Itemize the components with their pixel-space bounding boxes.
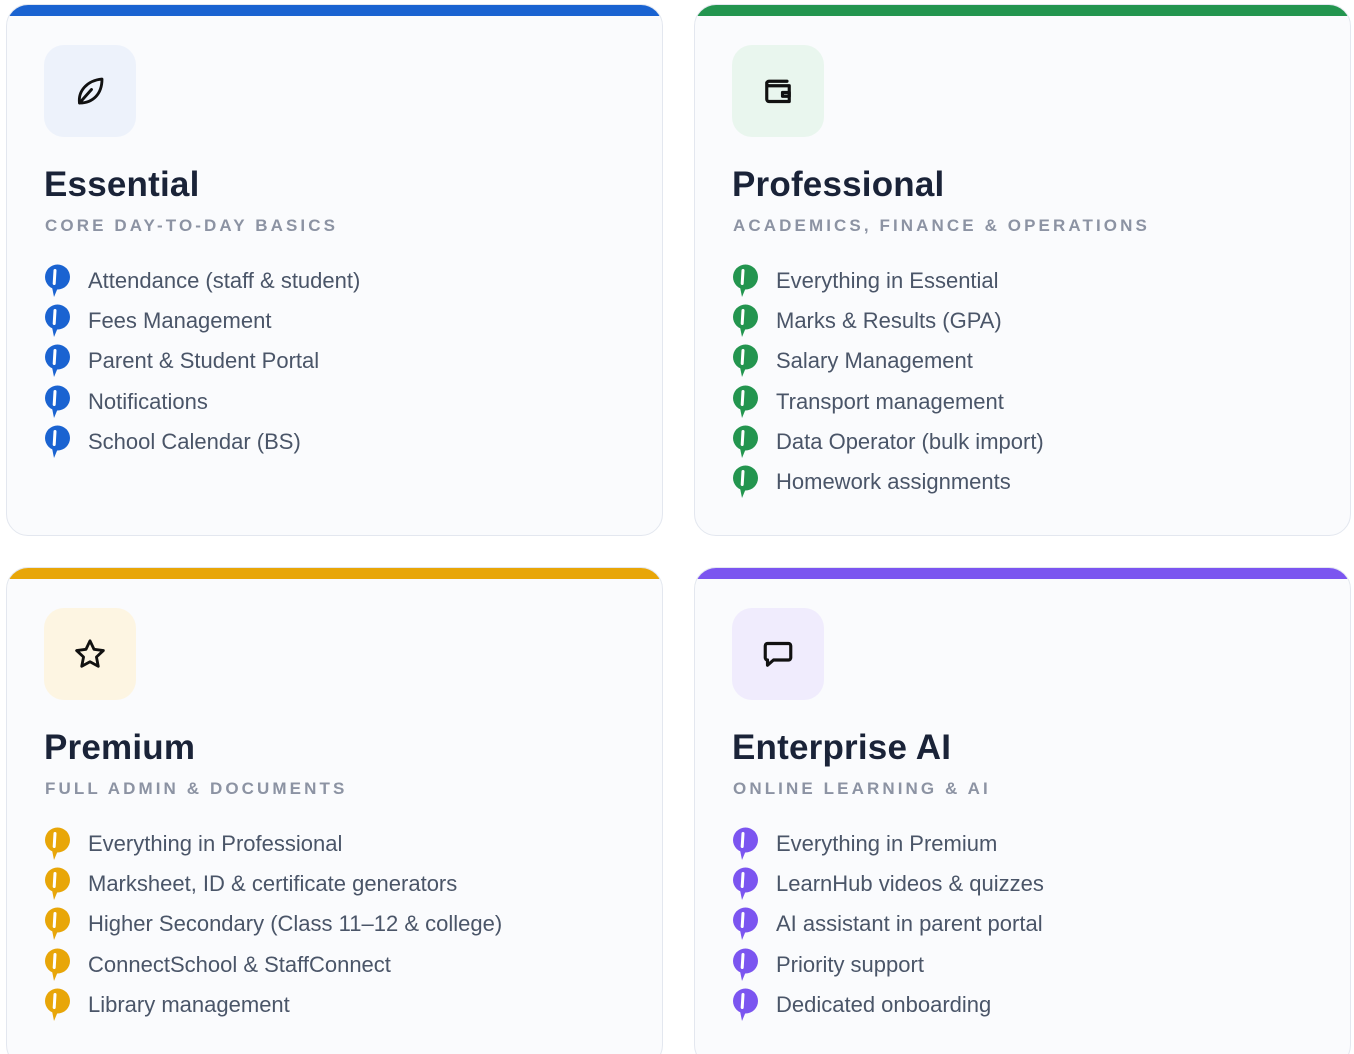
- feature-item: Marksheet, ID & certificate generators: [44, 864, 502, 904]
- feature-list: Everything in Premium LearnHub videos & …: [732, 824, 1044, 1025]
- feature-label: Dedicated onboarding: [776, 991, 992, 1017]
- check-bullet-icon: [732, 464, 760, 500]
- feature-label: Transport management: [776, 388, 1004, 414]
- star-icon: [75, 639, 105, 668]
- check-bullet-icon: [44, 424, 72, 460]
- feature-label: Everything in Essential: [776, 268, 999, 294]
- plan-title: Essential: [44, 165, 200, 204]
- feature-label: Higher Secondary (Class 11–12 & college): [88, 911, 503, 937]
- feature-label: Everything in Professional: [88, 831, 343, 857]
- feature-label: Notifications: [88, 388, 208, 414]
- plan-title: Professional: [732, 165, 945, 204]
- feature-list: Everything in Professional Marksheet, ID…: [44, 824, 502, 1025]
- feature-label: Fees Management: [88, 308, 272, 334]
- feature-label: Priority support: [776, 951, 924, 977]
- feature-item: School Calendar (BS): [44, 422, 360, 462]
- check-bullet-icon: [732, 987, 760, 1023]
- feature-item: Marks & Results (GPA): [732, 301, 1044, 341]
- check-bullet-icon: [44, 303, 72, 339]
- feature-item: Transport management: [732, 382, 1044, 422]
- feature-label: Parent & Student Portal: [88, 348, 320, 374]
- check-bullet-icon: [732, 906, 760, 942]
- check-bullet-icon: [44, 384, 72, 420]
- feature-item: Data Operator (bulk import): [732, 422, 1044, 462]
- check-bullet-icon: [732, 384, 760, 420]
- feature-item: ConnectSchool & StaffConnect: [44, 945, 502, 985]
- plan-subtitle: ONLINE LEARNING & AI: [733, 779, 991, 798]
- check-bullet-icon: [732, 866, 760, 902]
- feature-list: Everything in Essential Marks & Results …: [732, 261, 1044, 502]
- feature-label: Data Operator (bulk import): [776, 428, 1044, 454]
- plan-accent-bar: [7, 5, 662, 16]
- plan-subtitle: ACADEMICS, FINANCE & OPERATIONS: [733, 216, 1150, 235]
- feature-list: Attendance (staff & student) Fees Manage…: [44, 261, 360, 462]
- check-bullet-icon: [44, 987, 72, 1023]
- feature-label: Attendance (staff & student): [88, 268, 361, 294]
- feature-item: Priority support: [732, 945, 1044, 985]
- feature-label: LearnHub videos & quizzes: [776, 871, 1044, 897]
- feature-item: AI assistant in parent portal: [732, 904, 1044, 944]
- plan-icon-box: [732, 608, 824, 700]
- check-bullet-icon: [732, 424, 760, 460]
- plans-grid: Essential CORE DAY-TO-DAY BASICS Attenda…: [0, 0, 1354, 1054]
- feature-item: Attendance (staff & student): [44, 261, 360, 301]
- feature-item: Dedicated onboarding: [732, 985, 1044, 1025]
- feature-item: Library management: [44, 985, 502, 1025]
- feature-item: Higher Secondary (Class 11–12 & college): [44, 904, 502, 944]
- plan-card-essential[interactable]: Essential CORE DAY-TO-DAY BASICS Attenda…: [6, 4, 663, 536]
- feature-item: Salary Management: [732, 341, 1044, 381]
- feature-item: Parent & Student Portal: [44, 341, 360, 381]
- feature-item: Everything in Premium: [732, 824, 1044, 864]
- feature-label: Salary Management: [776, 348, 973, 374]
- plan-card-premium[interactable]: Premium FULL ADMIN & DOCUMENTS Everythin…: [6, 567, 663, 1054]
- chat-bubble-icon: [763, 641, 793, 667]
- check-bullet-icon: [44, 866, 72, 902]
- feature-label: Marks & Results (GPA): [776, 308, 1002, 334]
- feature-item: LearnHub videos & quizzes: [732, 864, 1044, 904]
- plan-card-professional[interactable]: Professional ACADEMICS, FINANCE & OPERAT…: [694, 4, 1351, 536]
- check-bullet-icon: [44, 343, 72, 379]
- check-bullet-icon: [44, 263, 72, 299]
- feature-label: Homework assignments: [776, 469, 1011, 495]
- feature-item: Notifications: [44, 382, 360, 422]
- check-bullet-icon: [732, 263, 760, 299]
- check-bullet-icon: [732, 303, 760, 339]
- feature-label: School Calendar (BS): [88, 428, 301, 454]
- feature-label: ConnectSchool & StaffConnect: [88, 951, 391, 977]
- plan-icon-box: [44, 45, 136, 137]
- check-bullet-icon: [44, 906, 72, 942]
- plan-title: Premium: [44, 728, 196, 767]
- plan-icon-box: [732, 45, 824, 137]
- plan-accent-bar: [7, 568, 662, 579]
- plan-accent-bar: [695, 5, 1350, 16]
- wallet-icon: [765, 79, 791, 104]
- check-bullet-icon: [44, 947, 72, 983]
- feature-label: Marksheet, ID & certificate generators: [88, 871, 458, 897]
- leaf-icon: [77, 77, 104, 105]
- plan-subtitle: FULL ADMIN & DOCUMENTS: [45, 779, 348, 798]
- plan-icon-box: [44, 608, 136, 700]
- check-bullet-icon: [732, 343, 760, 379]
- feature-item: Homework assignments: [732, 462, 1044, 502]
- check-bullet-icon: [732, 947, 760, 983]
- feature-label: Library management: [88, 991, 290, 1017]
- feature-item: Fees Management: [44, 301, 360, 341]
- feature-item: Everything in Professional: [44, 824, 502, 864]
- feature-label: AI assistant in parent portal: [776, 911, 1043, 937]
- plan-title: Enterprise AI: [732, 728, 952, 767]
- plan-subtitle: CORE DAY-TO-DAY BASICS: [45, 216, 339, 235]
- check-bullet-icon: [732, 826, 760, 862]
- feature-label: Everything in Premium: [776, 831, 998, 857]
- feature-item: Everything in Essential: [732, 261, 1044, 301]
- plan-card-enterprise-ai[interactable]: Enterprise AI ONLINE LEARNING & AI Every…: [694, 567, 1351, 1054]
- plan-accent-bar: [695, 568, 1350, 579]
- check-bullet-icon: [44, 826, 72, 862]
